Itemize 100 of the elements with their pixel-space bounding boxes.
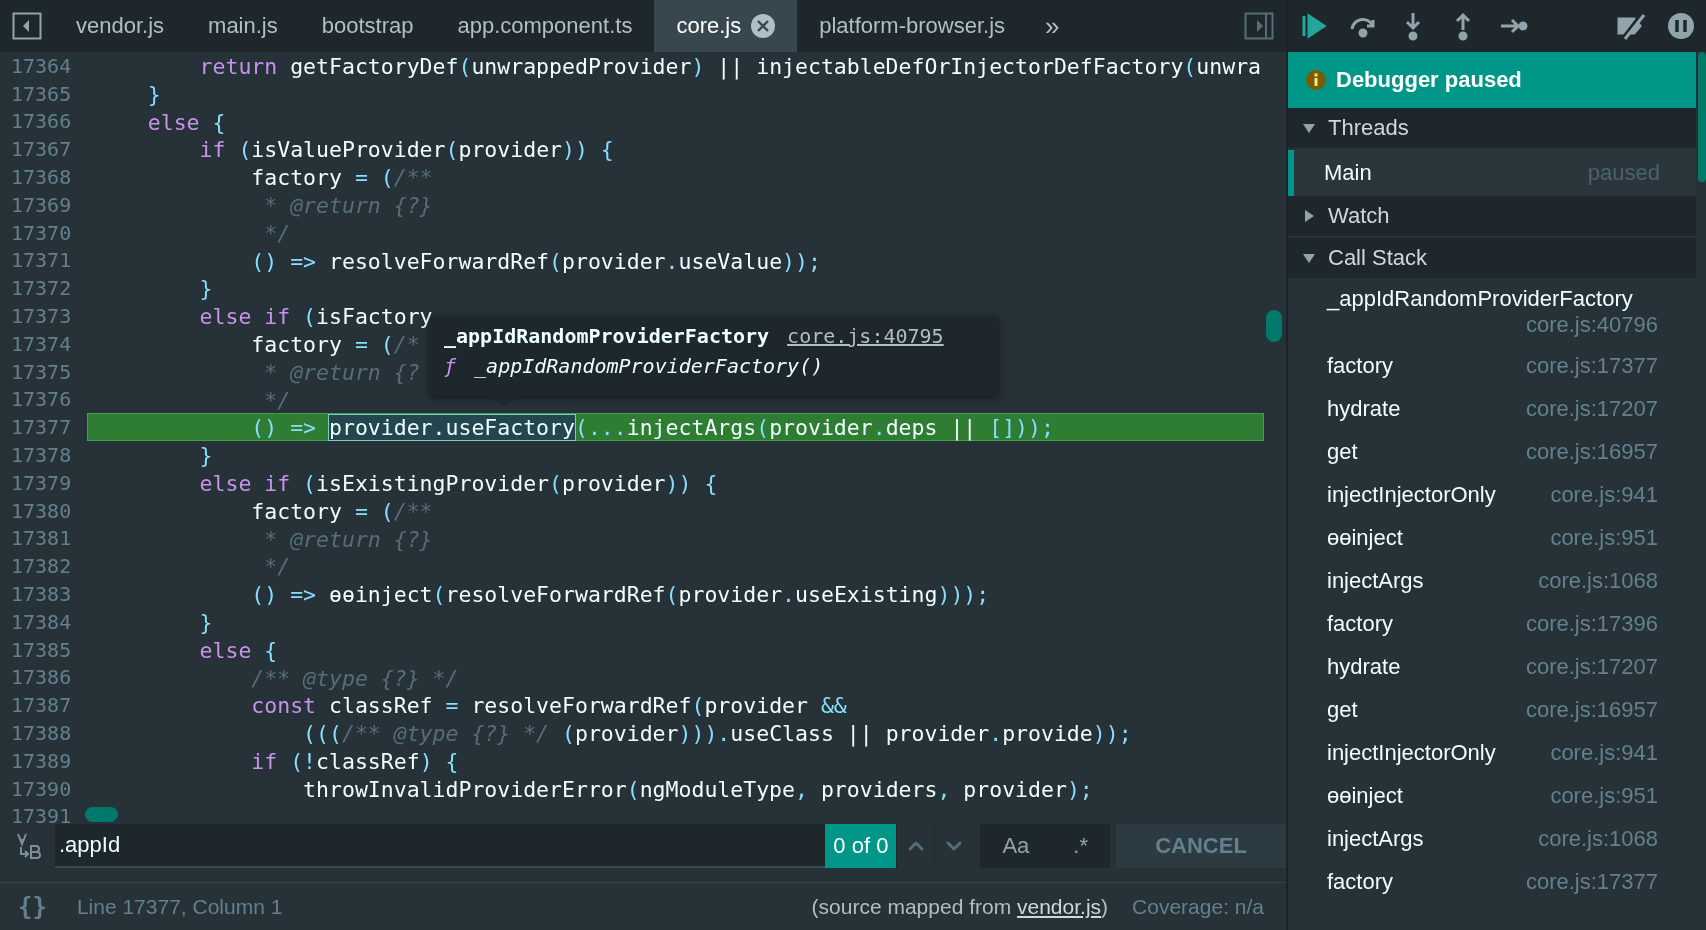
- coverage-label: Coverage: n/a: [1132, 894, 1264, 919]
- frame-location: core.js:17377: [1524, 352, 1658, 379]
- scrollbar-thumb[interactable]: [1266, 310, 1282, 342]
- call-frame[interactable]: factory core.js:17396: [1288, 602, 1696, 645]
- frame-name: hydrate: [1327, 653, 1401, 680]
- call-frame[interactable]: get core.js:16957: [1288, 688, 1696, 731]
- function-symbol: ƒ: [444, 354, 457, 378]
- frame-name: injectArgs: [1327, 567, 1424, 594]
- sidebar-toggle-icon[interactable]: [12, 12, 42, 40]
- caret-down-icon[interactable]: [1302, 251, 1316, 265]
- line-number: 17375: [10, 359, 73, 384]
- line-number: 17384: [10, 609, 73, 634]
- line-number: 17390: [10, 776, 73, 801]
- file-tab[interactable]: vendor.js: [54, 0, 187, 52]
- line-number: 17372: [10, 276, 73, 301]
- search-field[interactable]: .appId: [55, 824, 826, 868]
- code-line: factory = (/*: [250, 330, 421, 358]
- line-number: 17386: [10, 665, 73, 690]
- code-line: if (isValueProvider(provider)) {: [198, 136, 615, 164]
- section-title: Threads: [1328, 115, 1409, 141]
- call-frame[interactable]: hydrate core.js:17207: [1288, 387, 1696, 430]
- frame-name: ɵɵinject: [1327, 524, 1403, 551]
- function-signature: _appIdRandomProviderFactory(): [474, 354, 824, 378]
- frame-location: core.js:40796: [1524, 312, 1658, 338]
- line-number: 17371: [10, 248, 73, 273]
- frame-name: get: [1327, 438, 1358, 465]
- code-line: factory = (/**: [250, 497, 434, 525]
- frame-location: core.js:951: [1549, 524, 1658, 551]
- code-line: () => ɵɵinject(resolveForwardRef(provider.useExisting)));: [250, 581, 991, 608]
- call-frame[interactable]: injectInjectorOnly core.js:941: [1288, 731, 1696, 774]
- code-line: */: [263, 219, 292, 247]
- frame-name: get: [1327, 696, 1358, 723]
- line-number: 17364: [10, 53, 73, 78]
- info-icon: [1306, 70, 1326, 90]
- call-frame[interactable]: hydrate core.js:17207: [1288, 645, 1696, 688]
- line-number: 17369: [10, 192, 73, 217]
- section-header[interactable]: Threads: [1288, 108, 1696, 150]
- code-line: */: [263, 553, 292, 581]
- code-line: }: [198, 442, 214, 469]
- file-tab[interactable]: bootstrap: [299, 0, 436, 52]
- scrollbar-thumb[interactable]: [85, 807, 118, 822]
- section-header[interactable]: Call Stack: [1288, 238, 1696, 280]
- caret-down-icon[interactable]: [1302, 121, 1316, 135]
- call-frame[interactable]: injectInjectorOnly core.js:941: [1288, 473, 1696, 516]
- source-link[interactable]: vendor.js: [1017, 894, 1102, 918]
- call-frame[interactable]: injectArgs core.js:1068: [1288, 559, 1696, 602]
- deactivate-breakpoints-icon[interactable]: [1616, 11, 1646, 41]
- panel-toggle-icon[interactable]: [1244, 12, 1274, 40]
- match-case-button[interactable]: Aa: [980, 824, 1052, 868]
- frame-name: factory: [1327, 868, 1394, 895]
- file-tab[interactable]: main.js: [186, 0, 300, 52]
- scrollbar-thumb[interactable]: [1698, 52, 1706, 182]
- close-icon[interactable]: [751, 14, 776, 38]
- curved-arrow-icon[interactable]: [14, 832, 41, 860]
- section-title: Call Stack: [1328, 245, 1428, 271]
- frame-location: core.js:951: [1549, 782, 1658, 809]
- file-tab[interactable]: core.js: [654, 0, 798, 52]
- line-number: 17365: [10, 81, 73, 106]
- code-line: else if (isExistingProvider(provider)) {: [198, 469, 719, 497]
- code-line: * @return {?}: [263, 525, 434, 553]
- code-line: }: [198, 608, 214, 636]
- code-line: */: [263, 386, 292, 414]
- frame-name: injectInjectorOnly: [1327, 739, 1496, 766]
- frame-location: core.js:941: [1549, 481, 1658, 508]
- section-header[interactable]: Watch: [1288, 196, 1696, 238]
- call-frame[interactable]: ɵɵinject core.js:951: [1288, 516, 1696, 559]
- file-tab[interactable]: app.component.ts: [435, 0, 655, 52]
- frame-location: core.js:17207: [1524, 653, 1658, 680]
- caret-right-icon[interactable]: [1302, 209, 1316, 223]
- frame-name: ɵɵinject: [1327, 782, 1403, 809]
- line-number: 17370: [10, 220, 73, 245]
- source-link[interactable]: core.js:40795: [787, 324, 944, 348]
- cursor-position: Line 17377, Column 1: [76, 894, 283, 919]
- regex-button[interactable]: .*: [1051, 824, 1110, 868]
- more-tabs-button[interactable]: »: [1027, 0, 1078, 52]
- code-line: * @return {?}: [263, 192, 434, 219]
- frame-name: factory: [1327, 352, 1394, 379]
- code-line: if (!classRef) {: [250, 747, 460, 775]
- call-frame[interactable]: factory core.js:17377: [1288, 344, 1696, 387]
- code-line: else {: [146, 108, 227, 136]
- code-line: factory = (/**: [250, 164, 434, 191]
- call-frame[interactable]: get core.js:16957: [1288, 430, 1696, 473]
- call-frame[interactable]: factory core.js:17377: [1288, 860, 1696, 903]
- code-line: (((/** @type {?} */ (provider))).useClass || provider.provide));: [302, 720, 1133, 747]
- code-line: }: [198, 275, 214, 303]
- frame-location: core.js:16957: [1524, 696, 1658, 723]
- call-frame[interactable]: ɵɵinject core.js:951: [1288, 774, 1696, 817]
- thread-name: Main: [1324, 160, 1372, 186]
- code-line: const classRef = resolveForwardRef(provider &&: [250, 692, 848, 720]
- code-line: else if (isFactory: [198, 303, 434, 330]
- call-frame[interactable]: injectArgs core.js:1068: [1288, 817, 1696, 860]
- call-frame[interactable]: _appIdRandomProviderFactory core.js:40796: [1288, 280, 1696, 344]
- pause-icon[interactable]: [1666, 11, 1696, 41]
- file-tab[interactable]: platform-browser.js: [797, 0, 1028, 52]
- frame-location: core.js:16957: [1524, 438, 1658, 465]
- frame-location: core.js:1068: [1537, 567, 1658, 594]
- frame-name: injectInjectorOnly: [1327, 481, 1496, 508]
- line-number: 17373: [10, 304, 73, 329]
- frame-location: core.js:17377: [1524, 868, 1658, 895]
- frame-location: core.js:17396: [1524, 610, 1658, 637]
